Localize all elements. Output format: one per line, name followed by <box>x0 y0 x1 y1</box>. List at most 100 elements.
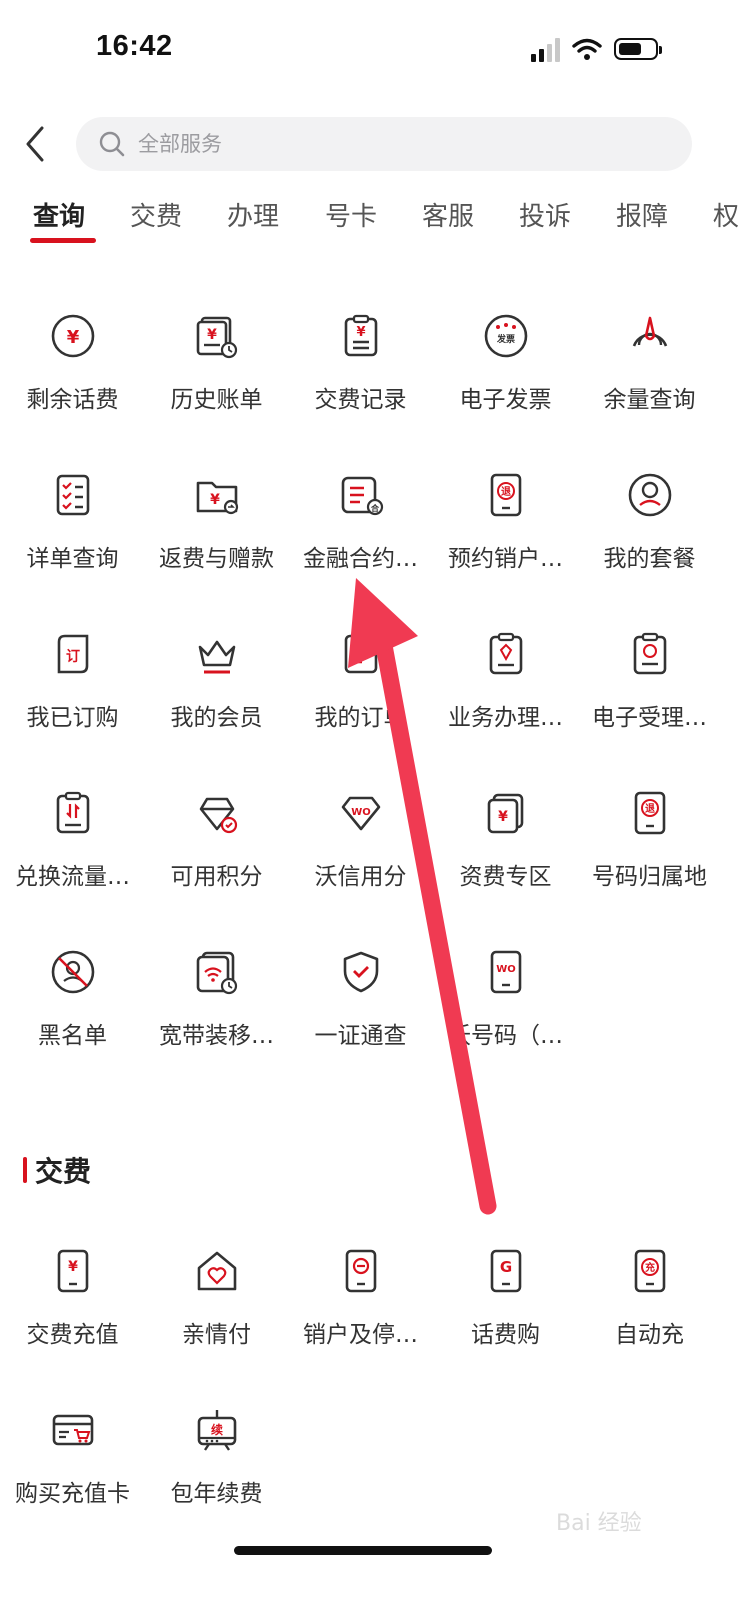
phone-shopping-icon: G <box>490 1249 521 1293</box>
service-item-family-pay[interactable]: 亲情付 <box>144 1247 289 1351</box>
service-item-label: 资费专区 <box>459 864 552 890</box>
back-button[interactable] <box>18 122 58 166</box>
service-item-order[interactable]: 我的订单 <box>288 630 433 734</box>
service-item-finance-contract[interactable]: 合金融合约… <box>288 471 433 575</box>
svg-text:充: 充 <box>645 1261 655 1274</box>
tab-fault-report[interactable]: 报障 <box>616 196 668 233</box>
service-item-points[interactable]: 可用积分 <box>144 789 289 893</box>
service-item-broadband[interactable]: 宽带装移… <box>144 948 289 1052</box>
svg-text:Bai 经验: Bai 经验 <box>556 1511 642 1536</box>
service-item-phone-recharge[interactable]: ¥ 交费充值 <box>0 1247 145 1351</box>
tab-customer-service[interactable]: 客服 <box>422 196 474 233</box>
svg-text:续: 续 <box>210 1422 222 1437</box>
bill-history-icon: ¥ <box>196 316 237 359</box>
checklist-icon <box>56 474 89 516</box>
service-item-label: 一证通查 <box>314 1023 407 1049</box>
svg-text:发票: 发票 <box>495 333 514 345</box>
exchange-data-icon <box>56 791 89 834</box>
crown-icon <box>198 640 235 674</box>
service-item-label: 预约销户… <box>448 546 563 572</box>
svg-text:退: 退 <box>645 803 655 815</box>
auto-recharge-icon: 充 <box>634 1249 665 1293</box>
refund-folder-icon: ¥ <box>196 481 238 515</box>
service-item-yuan-circle[interactable]: ¥ 剩余话费 <box>0 312 145 416</box>
service-item-label: 话费购 <box>471 1322 540 1348</box>
service-item-label: 兑换流量… <box>15 864 130 890</box>
svg-text:¥: ¥ <box>498 809 508 825</box>
service-item-label: 余量查询 <box>603 387 696 413</box>
service-item-wo-number[interactable]: WO 沃号码（… <box>433 948 578 1052</box>
battery-icon <box>614 38 662 60</box>
service-item-payment-record[interactable]: ¥ 交费记录 <box>288 312 433 416</box>
service-item-bill-history[interactable]: ¥ 历史账单 <box>144 312 289 416</box>
service-item-label: 历史账单 <box>170 387 263 413</box>
tab-number-card[interactable]: 号卡 <box>325 196 377 233</box>
svg-text:合: 合 <box>370 503 380 513</box>
service-item-label: 沃号码（… <box>448 1023 563 1049</box>
service-item-blacklist[interactable]: 黑名单 <box>0 948 145 1052</box>
service-item-label: 交费充值 <box>26 1322 119 1348</box>
service-item-e-acceptance[interactable]: 电子受理… <box>577 630 722 734</box>
service-item-label: 我已订购 <box>26 705 119 731</box>
svg-text:¥: ¥ <box>66 327 79 348</box>
service-item-e-invoice[interactable]: 发票 电子发票 <box>433 312 578 416</box>
service-item-shield-check[interactable]: 一证通查 <box>288 948 433 1052</box>
finance-contract-icon: 合 <box>341 476 383 516</box>
svg-text:¥: ¥ <box>210 492 220 508</box>
service-item-label: 我的订单 <box>314 705 407 731</box>
service-item-label: 沃信用分 <box>314 864 407 890</box>
service-item-buy-card[interactable]: 购买充值卡 <box>0 1406 145 1510</box>
section-title-payment: 交费 <box>23 1152 91 1188</box>
service-item-crown[interactable]: 我的会员 <box>144 630 289 734</box>
service-item-subscribed[interactable]: 订我已订购 <box>0 630 145 734</box>
search-bar[interactable] <box>76 117 692 171</box>
wo-number-icon: WO <box>490 950 521 994</box>
tab-payment[interactable]: 交费 <box>130 196 182 233</box>
service-item-label: 宽带装移… <box>159 1023 274 1049</box>
service-item-tariff-zone[interactable]: ¥ 资费专区 <box>433 789 578 893</box>
service-item-auto-recharge[interactable]: 充自动充 <box>577 1247 722 1351</box>
data-gauge-icon <box>632 316 667 347</box>
service-item-label: 返费与赠款 <box>159 546 274 572</box>
service-item-business-record[interactable]: 业务办理… <box>433 630 578 734</box>
category-tabs: 查询 交费 办理 号卡 客服 投诉 报障 权 <box>0 190 738 250</box>
service-item-phone-shopping[interactable]: G 话费购 <box>433 1247 578 1351</box>
service-item-label: 可用积分 <box>170 864 263 890</box>
broadband-icon <box>196 951 237 995</box>
service-item-label: 金融合约… <box>303 546 418 572</box>
service-item-my-plan[interactable]: 我的套餐 <box>577 471 722 575</box>
service-item-data-gauge[interactable]: 余量查询 <box>577 312 722 416</box>
subscribed-icon: 订 <box>57 634 88 674</box>
home-indicator[interactable] <box>234 1546 492 1555</box>
tab-query[interactable]: 查询 <box>33 196 85 233</box>
shield-check-icon <box>343 951 378 993</box>
search-input[interactable] <box>136 131 640 157</box>
phone-recharge-icon: ¥ <box>57 1249 88 1293</box>
annual-renew-icon: 续 <box>197 1410 236 1451</box>
svg-text:¥: ¥ <box>207 327 217 343</box>
service-item-checklist[interactable]: 详单查询 <box>0 471 145 575</box>
service-item-refund-folder[interactable]: ¥ 返费与赠款 <box>144 471 289 575</box>
service-item-label: 交费记录 <box>314 387 407 413</box>
cellular-signal-icon <box>531 36 560 62</box>
status-time: 16:42 <box>96 30 173 62</box>
service-item-annual-renew[interactable]: 续包年续费 <box>144 1406 289 1510</box>
service-item-exchange-data[interactable]: 兑换流量… <box>0 789 145 893</box>
service-item-number-location[interactable]: 退号码归属地 <box>577 789 722 893</box>
svg-text:¥: ¥ <box>68 1259 78 1275</box>
service-item-label: 亲情付 <box>182 1322 251 1348</box>
svg-text:¥: ¥ <box>356 325 365 340</box>
service-item-wo-credit[interactable]: WO 沃信用分 <box>288 789 433 893</box>
e-acceptance-icon <box>633 632 666 675</box>
svg-text:WO: WO <box>351 807 371 818</box>
tab-more[interactable]: 权 <box>713 196 738 233</box>
service-item-label: 详单查询 <box>26 546 119 572</box>
service-item-label: 销户及停… <box>303 1322 418 1348</box>
payment-record-icon: ¥ <box>344 314 377 357</box>
service-item-suspend-phone[interactable]: 销户及停… <box>288 1247 433 1351</box>
tab-complaint[interactable]: 投诉 <box>519 196 571 233</box>
svg-text:退: 退 <box>501 486 511 498</box>
tab-handle[interactable]: 办理 <box>227 196 279 233</box>
service-item-cancel-account-phone[interactable]: 退预约销户… <box>433 471 578 575</box>
yuan-circle-icon: ¥ <box>51 314 94 358</box>
